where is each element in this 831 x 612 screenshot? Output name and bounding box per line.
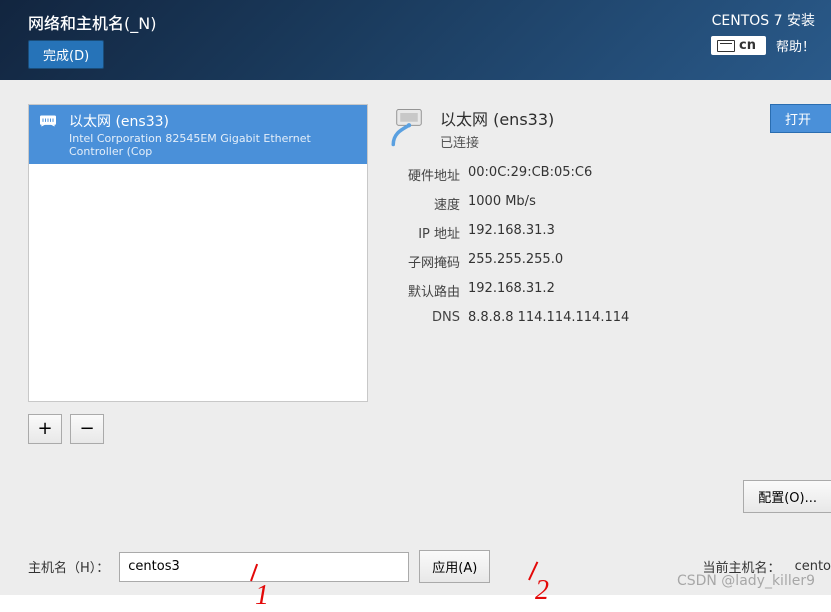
brand-label: CENTOS 7 安装 [712,8,815,30]
detail-label: DNS [388,310,460,325]
nic-list[interactable]: 以太网 (ens33) Intel Corporation 82545EM Gi… [28,104,368,402]
detail-nic-name: 以太网 (ens33) [440,106,554,130]
toggle-connection-button[interactable]: 打开 [770,104,831,133]
remove-nic-button[interactable]: − [70,414,104,444]
keyboard-layout-indicator[interactable]: cn [711,36,766,55]
window-header: 网络和主机名(_N) 完成(D) CENTOS 7 安装 cn 帮助！ [0,0,831,80]
hostname-label: 主机名（H）： [28,557,109,576]
detail-value: 255.255.255.0 [468,252,815,271]
keyboard-layout-code: cn [739,38,756,53]
detail-value: 00:0C:29:CB:05:C6 [468,165,815,184]
current-hostname-value: cento [795,559,831,574]
keyboard-icon [717,40,735,52]
ethernet-icon [37,111,59,131]
nic-panel: 以太网 (ens33) Intel Corporation 82545EM Gi… [28,104,368,444]
nic-item-name: 以太网 (ens33) [69,111,359,131]
detail-label: 默认路由 [388,281,460,300]
detail-value: 8.8.8.8 114.114.114.114 [468,310,815,325]
nic-item-sub: Intel Corporation 82545EM Gigabit Ethern… [69,132,359,158]
detail-status: 已连接 [440,132,554,151]
detail-grid: 硬件地址 00:0C:29:CB:05:C6 速度 1000 Mb/s IP 地… [388,165,815,325]
help-link[interactable]: 帮助！ [776,36,815,55]
detail-value: 1000 Mb/s [468,194,815,213]
page-title: 网络和主机名(_N) [28,8,156,40]
annotation-1: 1 [255,580,269,612]
nic-list-item[interactable]: 以太网 (ens33) Intel Corporation 82545EM Gi… [29,105,367,164]
detail-label: IP 地址 [388,223,460,242]
detail-label: 子网掩码 [388,252,460,271]
detail-label: 速度 [388,194,460,213]
content-area: 以太网 (ens33) Intel Corporation 82545EM Gi… [0,80,831,595]
detail-value: 192.168.31.3 [468,223,815,242]
watermark: CSDN @lady_killer9 [677,573,815,589]
done-button[interactable]: 完成(D) [28,40,104,69]
configure-button[interactable]: 配置(O)... [743,480,831,513]
ethernet-large-icon [388,106,430,148]
detail-value: 192.168.31.2 [468,281,815,300]
nic-details: 以太网 (ens33) 已连接 硬件地址 00:0C:29:CB:05:C6 速… [388,104,815,444]
detail-label: 硬件地址 [388,165,460,184]
hostname-input[interactable] [119,552,409,582]
apply-button[interactable]: 应用(A) [419,550,490,583]
add-nic-button[interactable]: + [28,414,62,444]
